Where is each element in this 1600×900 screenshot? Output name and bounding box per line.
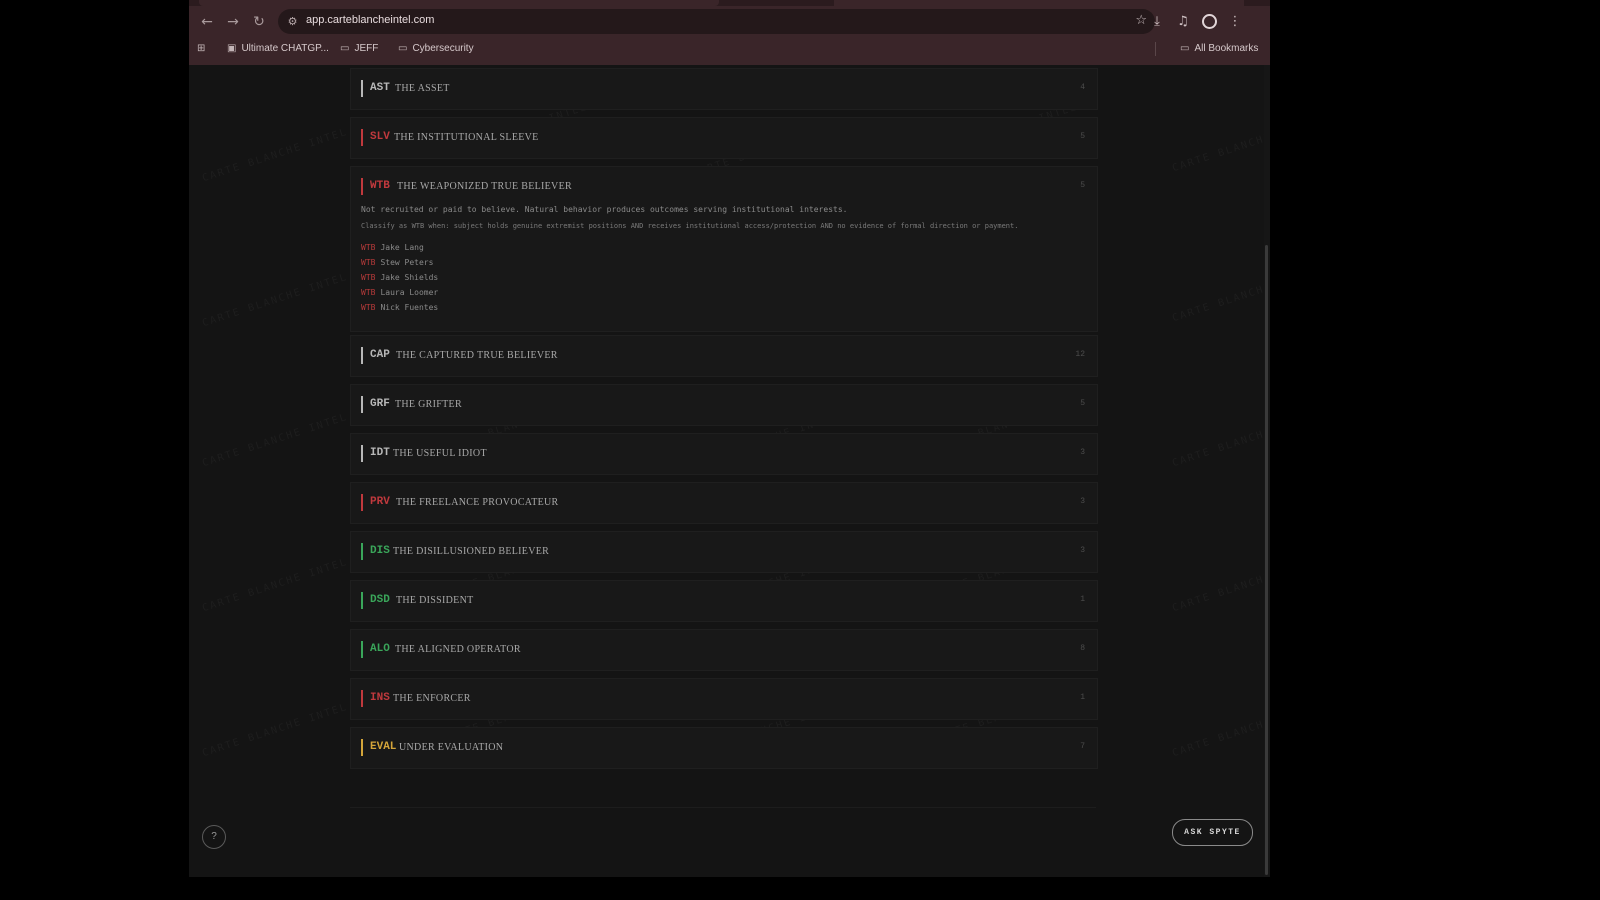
category-row-slv[interactable]: SLV THE INSTITUTIONAL SLEEVE 5 (350, 117, 1098, 159)
profile-icon[interactable] (1202, 14, 1217, 29)
category-name: THE CAPTURED TRUE BELIEVER (396, 350, 558, 361)
category-code: GRF (370, 398, 390, 410)
category-count: 7 (1080, 742, 1085, 751)
category-name: THE FREELANCE PROVOCATEUR (396, 497, 559, 508)
ask-spyte-button[interactable]: ASK SPYTE (1172, 819, 1253, 846)
category-accent-bar (361, 129, 363, 146)
category-code: AST (370, 82, 390, 94)
category-count: 4 (1080, 83, 1085, 92)
url-text: app.carteblancheintel.com (306, 14, 435, 26)
category-count: 5 (1080, 132, 1085, 141)
list-footer-divider (350, 807, 1096, 808)
member-item[interactable]: WTB Jake Shields (361, 273, 438, 282)
category-count: 8 (1080, 644, 1085, 653)
category-row-cap[interactable]: CAP THE CAPTURED TRUE BELIEVER 12 (350, 335, 1098, 377)
category-accent-bar (361, 178, 363, 195)
media-controls-icon[interactable]: ♫ (1172, 11, 1194, 33)
category-row-ins[interactable]: INS THE ENFORCER 1 (350, 678, 1098, 720)
category-count: 5 (1080, 399, 1085, 408)
member-item[interactable]: WTB Laura Loomer (361, 288, 438, 297)
category-description: Not recruited or paid to believe. Natura… (361, 205, 848, 214)
bookmark-cybersecurity[interactable]: ▭ Cybersecurity (398, 41, 474, 57)
help-button[interactable]: ? (202, 825, 226, 849)
category-row-eval[interactable]: EVAL UNDER EVALUATION 7 (350, 727, 1098, 769)
category-code: CAP (370, 349, 390, 361)
category-row-idt[interactable]: IDT THE USEFUL IDIOT 3 (350, 433, 1098, 475)
category-count: 1 (1080, 693, 1085, 702)
category-count: 3 (1080, 448, 1085, 457)
category-count: 1 (1080, 595, 1085, 604)
category-count: 12 (1075, 350, 1085, 359)
category-count: 3 (1080, 497, 1085, 506)
category-accent-bar (361, 80, 363, 97)
category-accent-bar (361, 543, 363, 560)
page-content: CARTE BLANCHE INTEL CARTE BLANCHE INTEL … (189, 65, 1270, 877)
category-code: INS (370, 692, 390, 704)
member-item[interactable]: WTB Nick Fuentes (361, 303, 438, 312)
folder-icon: ▭ (1180, 43, 1190, 54)
bookmark-jeff[interactable]: ▭ JEFF (340, 41, 378, 57)
scrollbar-thumb[interactable] (1265, 245, 1268, 875)
category-name: THE DISILLUSIONED BELIEVER (393, 546, 550, 557)
category-row-grf[interactable]: GRF THE GRIFTER 5 (350, 384, 1098, 426)
all-bookmarks[interactable]: ▭ All Bookmarks (1180, 41, 1258, 57)
category-name: UNDER EVALUATION (399, 742, 504, 753)
category-accent-bar (361, 396, 363, 413)
member-item[interactable]: WTB Stew Peters (361, 258, 433, 267)
category-code: DSD (370, 594, 390, 606)
download-icon[interactable]: ⤓ (1146, 11, 1168, 33)
folder-icon: ▭ (340, 43, 350, 54)
category-accent-bar (361, 445, 363, 462)
category-row-alo[interactable]: ALO THE ALIGNED OPERATOR 8 (350, 629, 1098, 671)
category-name: THE WEAPONIZED TRUE BELIEVER (397, 181, 572, 192)
category-code: WTB (370, 180, 390, 192)
category-accent-bar (361, 690, 363, 707)
category-accent-bar (361, 494, 363, 511)
folder-icon: ▭ (398, 43, 408, 54)
category-row-wtb-expanded[interactable]: WTB THE WEAPONIZED TRUE BELIEVER 5 Not r… (350, 166, 1098, 332)
category-code: ALO (370, 643, 390, 655)
bookmark-favicon-icon: ▣ (227, 43, 237, 54)
tab-active[interactable] (199, 0, 719, 6)
browser-toolbar: ← → ↻ ⚙ app.carteblancheintel.com ☆ ⤓ ♫ … (189, 0, 1270, 65)
forward-icon[interactable]: → (222, 11, 244, 33)
category-row-dis[interactable]: DIS THE DISILLUSIONED BELIEVER 3 (350, 531, 1098, 573)
member-item[interactable]: WTB Jake Lang (361, 243, 424, 252)
category-name: THE DISSIDENT (396, 595, 474, 606)
category-count: 5 (1080, 181, 1085, 190)
address-bar[interactable]: ⚙ app.carteblancheintel.com ☆ (278, 9, 1155, 34)
bookmark-separator (1155, 42, 1156, 56)
category-code: IDT (370, 447, 390, 459)
category-name: THE USEFUL IDIOT (393, 448, 487, 459)
category-classify-rule: Classify as WTB when: subject holds genu… (361, 222, 1019, 230)
category-name: THE ALIGNED OPERATOR (395, 644, 521, 655)
category-code: EVAL (370, 741, 397, 753)
category-row-dsd[interactable]: DSD THE DISSIDENT 1 (350, 580, 1098, 622)
back-icon[interactable]: ← (196, 11, 218, 33)
category-name: THE INSTITUTIONAL SLEEVE (394, 132, 539, 143)
category-accent-bar (361, 739, 363, 756)
category-accent-bar (361, 641, 363, 658)
tab-inactive[interactable] (834, 0, 1244, 6)
category-row-prv[interactable]: PRV THE FREELANCE PROVOCATEUR 3 (350, 482, 1098, 524)
category-count: 3 (1080, 546, 1085, 555)
category-name: THE GRIFTER (395, 399, 462, 410)
category-code: PRV (370, 496, 390, 508)
category-name: THE ENFORCER (393, 693, 471, 704)
category-row-ast[interactable]: AST THE ASSET 4 (350, 68, 1098, 110)
site-info-icon[interactable]: ⚙ (284, 13, 301, 30)
apps-grid-icon[interactable]: ⊞ (197, 41, 210, 57)
reload-icon[interactable]: ↻ (248, 11, 270, 33)
category-name: THE ASSET (395, 83, 450, 94)
tab-strip (189, 0, 1270, 6)
category-accent-bar (361, 592, 363, 609)
category-code: SLV (370, 131, 390, 143)
menu-kebab-icon[interactable]: ⋮ (1224, 11, 1246, 33)
category-accent-bar (361, 347, 363, 364)
category-code: DIS (370, 545, 390, 557)
bookmark-chatgpt[interactable]: ▣ Ultimate CHATGP... (227, 41, 329, 57)
browser-window: ← → ↻ ⚙ app.carteblancheintel.com ☆ ⤓ ♫ … (189, 0, 1270, 877)
